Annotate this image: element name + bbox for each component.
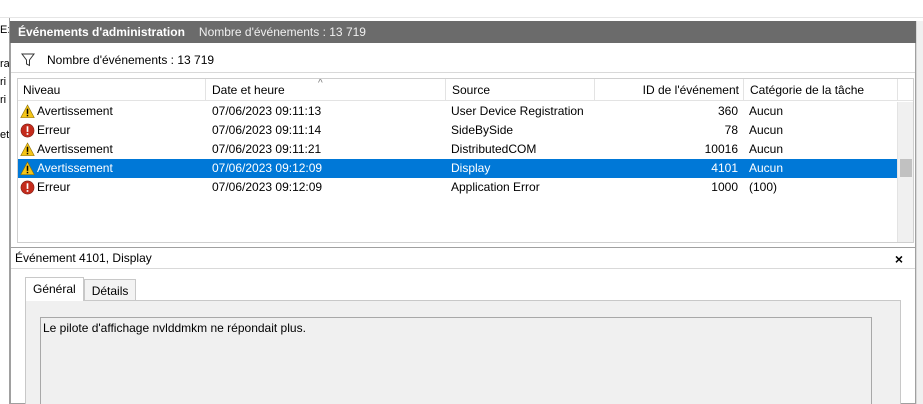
cell-level: Avertissement [20, 140, 206, 159]
cell-source: Display [451, 161, 491, 175]
column-header-level[interactable]: Niveau [18, 79, 206, 101]
column-header-source[interactable]: Source [447, 79, 595, 101]
error-icon [20, 123, 37, 138]
cell-category: (100) [749, 180, 778, 194]
sort-ascending-icon: ^ [318, 78, 323, 89]
cell-event-id: 10016 [704, 142, 738, 156]
tab-general[interactable]: Général [25, 277, 84, 301]
level-label: Erreur [37, 180, 71, 194]
events-panel: Nombre d'événements : 13 719 Niveau Date… [10, 43, 916, 404]
cell-datetime: 07/06/2023 09:12:09 [212, 161, 323, 175]
cell-source: SideBySide [451, 123, 514, 137]
cell-level: Avertissement [20, 159, 206, 178]
scrollbar-thumb[interactable] [900, 159, 912, 177]
cell-level: Avertissement [20, 102, 206, 121]
cell-category: Aucun [749, 161, 784, 175]
window-scrollbar[interactable] [916, 21, 923, 404]
cell-event-id: 4101 [711, 161, 738, 175]
cell-category: Aucun [749, 142, 784, 156]
cell-datetime: 07/06/2023 09:12:09 [212, 180, 323, 194]
level-label: Erreur [37, 123, 71, 137]
cell-event-id: 78 [724, 123, 738, 137]
warning-icon [20, 142, 37, 157]
event-description[interactable]: Le pilote d'affichage nvlddmkm ne répond… [40, 317, 872, 404]
cell-datetime: 07/06/2023 09:11:13 [212, 104, 322, 118]
close-icon[interactable]: × [895, 251, 903, 267]
left-fragment: ri [0, 76, 7, 88]
event-count: Nombre d'événements : 13 719 [198, 25, 366, 39]
warning-icon [20, 161, 37, 176]
left-pane-edge[interactable]: E: ra ri ri et [0, 18, 10, 404]
cell-event-id: 1000 [711, 180, 738, 194]
cell-category: Aucun [749, 104, 784, 118]
cell-source: Application Error [451, 180, 540, 194]
left-fragment: ri [0, 94, 7, 106]
panel-header: Événements d'administration Nombre d'évé… [10, 21, 916, 43]
left-fragment: E: [0, 24, 10, 36]
left-fragment: et [0, 129, 10, 141]
table-row[interactable]: Avertissement 07/06/2023 09:11:13 User Dev… [18, 102, 898, 121]
tab-details[interactable]: Détails [83, 279, 137, 301]
table-row[interactable]: Avertissement 07/06/2023 09:12:09 Display 4… [18, 159, 898, 178]
level-label: Avertissement [37, 161, 113, 175]
filter-count-label: Nombre d'événements : 13 719 [47, 52, 215, 67]
cell-source: DistributedCOM [451, 142, 537, 156]
level-label: Avertissement [37, 104, 113, 118]
cell-source: User Device Registration [451, 104, 584, 118]
left-fragment: ra [0, 58, 10, 70]
column-header-category[interactable]: Catégorie de la tâche [745, 79, 898, 101]
table-row[interactable]: Avertissement 07/06/2023 09:11:21 Distribu… [18, 140, 898, 159]
cell-event-id: 360 [717, 104, 738, 118]
column-header-datetime[interactable]: Date et heure [207, 79, 446, 101]
general-tab-panel: Le pilote d'affichage nvlddmkm ne répond… [25, 300, 901, 404]
cell-level: Erreur [20, 121, 206, 140]
table-scrollbar[interactable] [897, 102, 913, 242]
cell-datetime: 07/06/2023 09:11:14 [212, 123, 322, 137]
panel-title: Événements d'administration [18, 25, 185, 39]
cell-datetime: 07/06/2023 09:11:21 [212, 142, 322, 156]
table-row[interactable]: Erreur 07/06/2023 09:12:09 Application Err… [18, 178, 898, 197]
cell-level: Erreur [20, 178, 206, 197]
cell-category: Aucun [749, 123, 784, 137]
error-icon [20, 180, 37, 195]
detail-header: Événement 4101, Display × [11, 247, 915, 269]
top-toolbar-gap [0, 0, 923, 18]
detail-title: Événement 4101, Display [15, 251, 152, 265]
column-header-event-id[interactable]: ID de l'événement [596, 79, 744, 101]
table-header: Niveau Date et heure Source ID de l'évén… [18, 78, 913, 101]
table-body: Avertissement 07/06/2023 09:11:13 User Dev… [18, 102, 898, 197]
level-label: Avertissement [37, 142, 113, 156]
events-table: Niveau Date et heure Source ID de l'évén… [17, 78, 914, 243]
filter-icon[interactable] [21, 53, 35, 67]
table-row[interactable]: Erreur 07/06/2023 09:11:14 SideBySide 78 Auc… [18, 121, 898, 140]
detail-tabs: Général Détails [25, 277, 137, 301]
filter-bar: Nombre d'événements : 13 719 [11, 47, 915, 73]
warning-icon [20, 104, 37, 119]
